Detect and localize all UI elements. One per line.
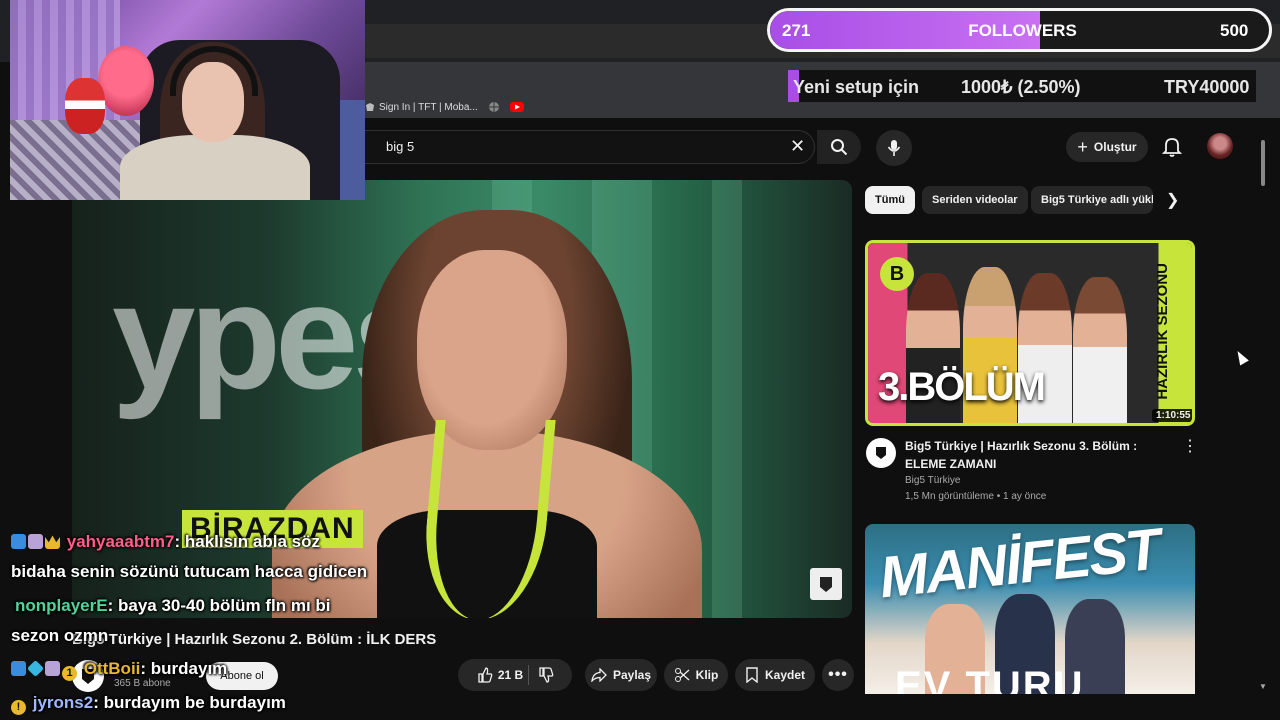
scroll-down-arrow-icon[interactable]: ▼ — [1259, 682, 1267, 691]
save-button[interactable]: Kaydet — [735, 659, 815, 691]
bookmark-label: Sign In | TFT | Moba... — [379, 101, 478, 113]
donation-goal-bar: Yeni setup için 1000₺ (2.50%) TRY40000 — [788, 70, 1256, 102]
chip-all[interactable]: Tümü — [865, 186, 915, 214]
chat-message: yahyaaabtm7: haklısın abla söz — [11, 532, 320, 552]
riot-fist-icon — [366, 103, 374, 111]
subscriber-badge-icon — [45, 661, 60, 676]
followers-label: FOLLOWERS — [968, 21, 1077, 40]
subscriber-badge-icon — [28, 534, 43, 549]
prime-badge-icon — [11, 661, 26, 676]
dislike-button[interactable] — [538, 667, 554, 688]
bookmark-youtube[interactable] — [509, 102, 524, 112]
chip-uploader[interactable]: Big5 Türkiye adlı yükleyiciden — [1031, 186, 1153, 214]
prime-badge-icon — [11, 534, 26, 549]
scrollbar[interactable] — [1258, 130, 1268, 695]
chat-username[interactable]: OttBoii — [84, 659, 141, 678]
video-player[interactable]: ypes BİRAZDAN — [72, 180, 852, 618]
thumbnail-episode-text: 3.BÖLÜM — [878, 365, 1046, 409]
recommendation-title[interactable]: Big5 Türkiye | Hazırlık Sezonu 3. Bölüm … — [905, 437, 1175, 473]
save-label: Kaydet — [764, 668, 805, 682]
webcam-overlay — [10, 0, 365, 200]
search-input[interactable] — [365, 130, 815, 164]
clip-button[interactable]: Klip — [664, 659, 728, 691]
share-button[interactable]: Paylaş — [585, 659, 657, 691]
bookmark-tft[interactable]: Sign In | TFT | Moba... — [365, 102, 478, 113]
more-horizontal-icon: ••• — [828, 666, 848, 683]
like-count: 21 B — [497, 668, 524, 682]
big5-logo-icon: B — [880, 257, 914, 291]
plus-icon: + — [1077, 136, 1088, 157]
youtube-icon — [509, 102, 524, 112]
thumbnail-side-text: HAZIRLIK SEZONU — [1154, 263, 1171, 400]
like-dislike-group: 21 B — [458, 659, 572, 691]
more-actions-button[interactable]: ••• — [822, 659, 854, 691]
video-title: Big5 Türkiye | Hazırlık Sezonu 2. Bölüm … — [72, 631, 437, 648]
share-label: Paylaş — [612, 668, 652, 682]
channel-logo-icon — [876, 447, 886, 459]
chat-username[interactable]: jyrons2 — [33, 693, 93, 712]
chat-message: ! jyrons2: burdayım be burdayım — [11, 693, 286, 715]
gold-badge-icon: 1 — [62, 666, 77, 681]
like-button[interactable]: 21 B — [477, 667, 523, 683]
crown-badge-icon — [45, 535, 60, 549]
create-label: Oluştur — [1093, 140, 1137, 154]
account-avatar[interactable] — [1207, 133, 1233, 159]
thumbs-down-icon — [539, 667, 554, 683]
chat-message-cont: sezon ozmn — [11, 626, 109, 645]
recommendation-channel[interactable]: Big5 Türkiye — [905, 475, 960, 486]
mouse-cursor-icon — [1233, 348, 1249, 366]
santa-plush — [65, 78, 105, 134]
bookmark-icon — [746, 667, 758, 683]
recommendation-thumbnail[interactable]: MANİFEST EV TURU VLOG — [865, 524, 1195, 694]
cube-badge-icon — [27, 660, 44, 677]
chat-text: : burdayım be burdayım — [93, 693, 286, 712]
bell-icon — [1161, 138, 1183, 157]
chat-text: : haklısın abla söz — [174, 532, 320, 551]
create-button[interactable]: + Oluştur — [1066, 132, 1148, 162]
search-icon — [831, 139, 848, 156]
share-icon — [591, 668, 607, 682]
chat-message: nonplayerE: baya 30-40 bölüm fln mı bi — [15, 596, 331, 616]
scrollbar-thumb[interactable] — [1261, 140, 1265, 186]
recommendation-meta: 1,5 Mn görüntüleme • 1 ay önce — [905, 491, 1047, 502]
microphone-icon — [887, 140, 901, 156]
search-button[interactable] — [817, 130, 861, 164]
bookmark-globe[interactable] — [488, 101, 500, 113]
chat-username[interactable]: yahyaaabtm7 — [67, 532, 175, 551]
like-divider — [528, 665, 529, 685]
followers-target: 500 — [1220, 21, 1249, 40]
scissors-icon — [674, 668, 690, 682]
thumbnail-person — [1073, 277, 1127, 423]
clear-search-icon[interactable]: ✕ — [790, 136, 805, 157]
chat-message: 1 OttBoii: burdayım — [11, 659, 227, 681]
search-value[interactable]: big 5 — [386, 139, 414, 154]
chevron-right-icon[interactable]: ❯ — [1166, 190, 1179, 210]
channel-avatar[interactable] — [866, 438, 896, 468]
video-duration: 1:10:55 — [1152, 409, 1192, 422]
thumbs-up-icon — [478, 667, 493, 683]
notifications-button[interactable] — [1161, 136, 1183, 158]
globe-icon — [488, 102, 499, 112]
recommendation-thumbnail[interactable]: B 3.BÖLÜM HAZIRLIK SEZONU 1:10:55 — [865, 240, 1195, 426]
clip-label: Klip — [695, 668, 719, 682]
chat-message-cont: bidaha senin sözünü tutucam hacca gidice… — [11, 562, 368, 581]
chip-series[interactable]: Seriden videolar — [922, 186, 1028, 214]
thumbnail-sub-text: EV TURU VLOG — [895, 664, 1085, 694]
donation-target: TRY40000 — [1164, 77, 1250, 97]
streamer-hoodie — [120, 135, 310, 200]
channel-watermark-icon[interactable] — [810, 568, 842, 600]
gold-badge-icon: ! — [11, 700, 26, 715]
chat-text: : burdayım — [140, 659, 228, 678]
donation-label: Yeni setup için — [793, 77, 920, 97]
chat-username[interactable]: nonplayerE — [15, 596, 108, 615]
chat-text: : baya 30-40 bölüm fln mı bi — [107, 596, 331, 615]
teddy-bear — [98, 46, 154, 116]
followers-goal-bar: 271 FOLLOWERS 500 — [767, 8, 1272, 52]
more-vertical-icon[interactable]: ⋮ — [1182, 436, 1198, 456]
voice-search-button[interactable] — [876, 130, 912, 166]
donation-amount: 1000₺ (2.50%) — [961, 77, 1081, 97]
